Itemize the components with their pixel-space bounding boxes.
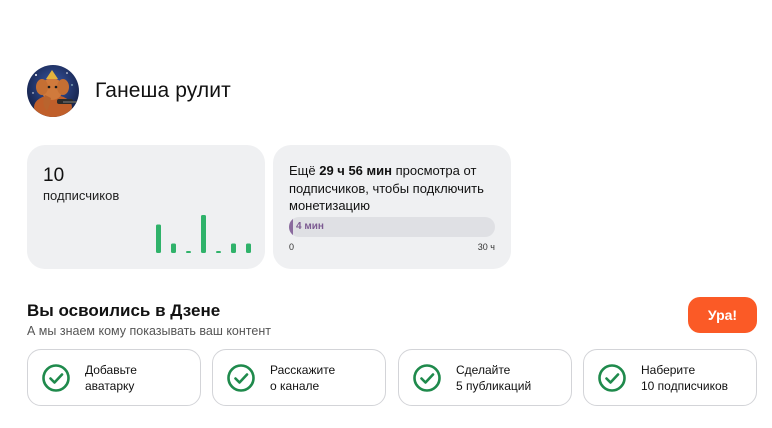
task-add-avatar[interactable]: Добавьте аватарку: [27, 349, 201, 406]
sparkline-bar: [201, 215, 206, 253]
check-circle-icon: [598, 363, 626, 392]
check-circle-icon: [413, 363, 441, 392]
task-describe-channel[interactable]: Расскажите о канале: [212, 349, 386, 406]
task-label: Сделайте 5 публикаций: [456, 362, 532, 393]
onboarding-title: Вы освоились в Дзене: [27, 301, 221, 320]
task-subscribers[interactable]: Наберите 10 подписчиков: [583, 349, 757, 406]
avatar[interactable]: [27, 65, 79, 117]
onboarding-subtitle: А мы знаем кому показывать ваш контент: [27, 324, 271, 338]
monetization-progress-fill: [289, 217, 294, 237]
task-publications[interactable]: Сделайте 5 публикаций: [398, 349, 572, 406]
sparkline-bar: [156, 224, 161, 253]
sparkline-bar: [186, 251, 191, 253]
subscribers-label: подписчиков: [43, 188, 120, 203]
subscribers-card[interactable]: 10 подписчиков: [27, 145, 265, 269]
monetization-remaining: 29 ч 56 мин: [319, 163, 392, 178]
subscribers-count: 10: [43, 165, 65, 186]
sparkline-bar: [216, 251, 221, 253]
subscribers-sparkline: [156, 215, 251, 253]
task-label: Добавьте аватарку: [85, 362, 137, 393]
progress-scale-min: 0: [289, 242, 295, 252]
channel-name[interactable]: Ганеша рулит: [95, 79, 231, 103]
channel-header: Ганеша рулит: [27, 65, 231, 117]
monetization-text: Ещё 29 ч 56 мин просмотра от подписчиков…: [289, 162, 489, 215]
task-label: Наберите 10 подписчиков: [641, 362, 729, 393]
check-circle-icon: [227, 363, 255, 392]
ganesha-avatar-icon: [27, 65, 79, 117]
hooray-button[interactable]: Ура!: [688, 297, 757, 333]
progress-scale-max: 30 ч: [477, 242, 495, 252]
monetization-progress: 4 мин: [289, 217, 495, 237]
sparkline-bar: [171, 243, 176, 253]
sparkline-bar: [231, 243, 236, 253]
monetization-card[interactable]: Ещё 29 ч 56 мин просмотра от подписчиков…: [273, 145, 511, 269]
monetization-prefix: Ещё: [289, 163, 320, 178]
sparkline-bar: [246, 243, 251, 253]
monetization-progress-label: 4 мин: [296, 221, 324, 232]
check-circle-icon: [42, 363, 70, 392]
task-label: Расскажите о канале: [270, 362, 336, 393]
